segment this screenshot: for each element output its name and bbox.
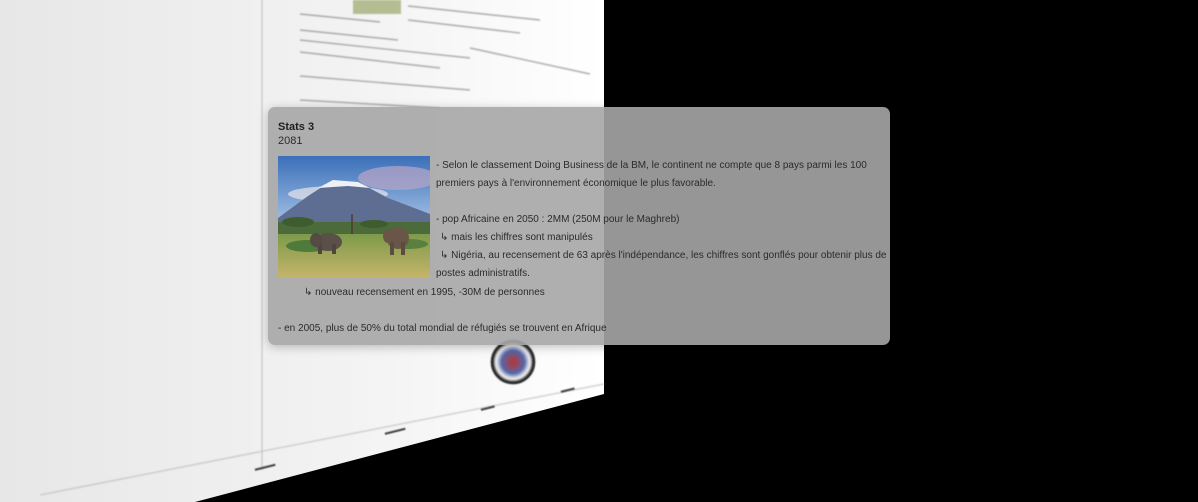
card-text-line: ↳ mais les chiffres sont manipulés: [440, 232, 593, 243]
seal-emblem-icon: [490, 339, 536, 385]
card-text-line: premiers pays à l'environnement économiq…: [436, 178, 716, 189]
card-text-line: - Selon le classement Doing Business de …: [436, 160, 867, 171]
card-year: 2081: [278, 135, 303, 147]
card-text-line: postes administratifs.: [436, 268, 530, 279]
card-text-line: ↳ Nigéria, au recensement de 63 après l'…: [440, 250, 887, 261]
card-title: Stats 3: [278, 121, 315, 133]
card-text-line: ↳ nouveau recensement en 1995, -30M de p…: [304, 287, 545, 298]
stats-card[interactable]: Stats 3 2081 - Selon le classement Doing…: [268, 107, 890, 345]
landscape-elephants-photo: [278, 156, 430, 277]
card-text-line: - en 2005, plus de 50% du total mondial …: [278, 323, 607, 334]
card-text-line: - pop Africaine en 2050 : 2MM (250M pour…: [436, 214, 680, 225]
